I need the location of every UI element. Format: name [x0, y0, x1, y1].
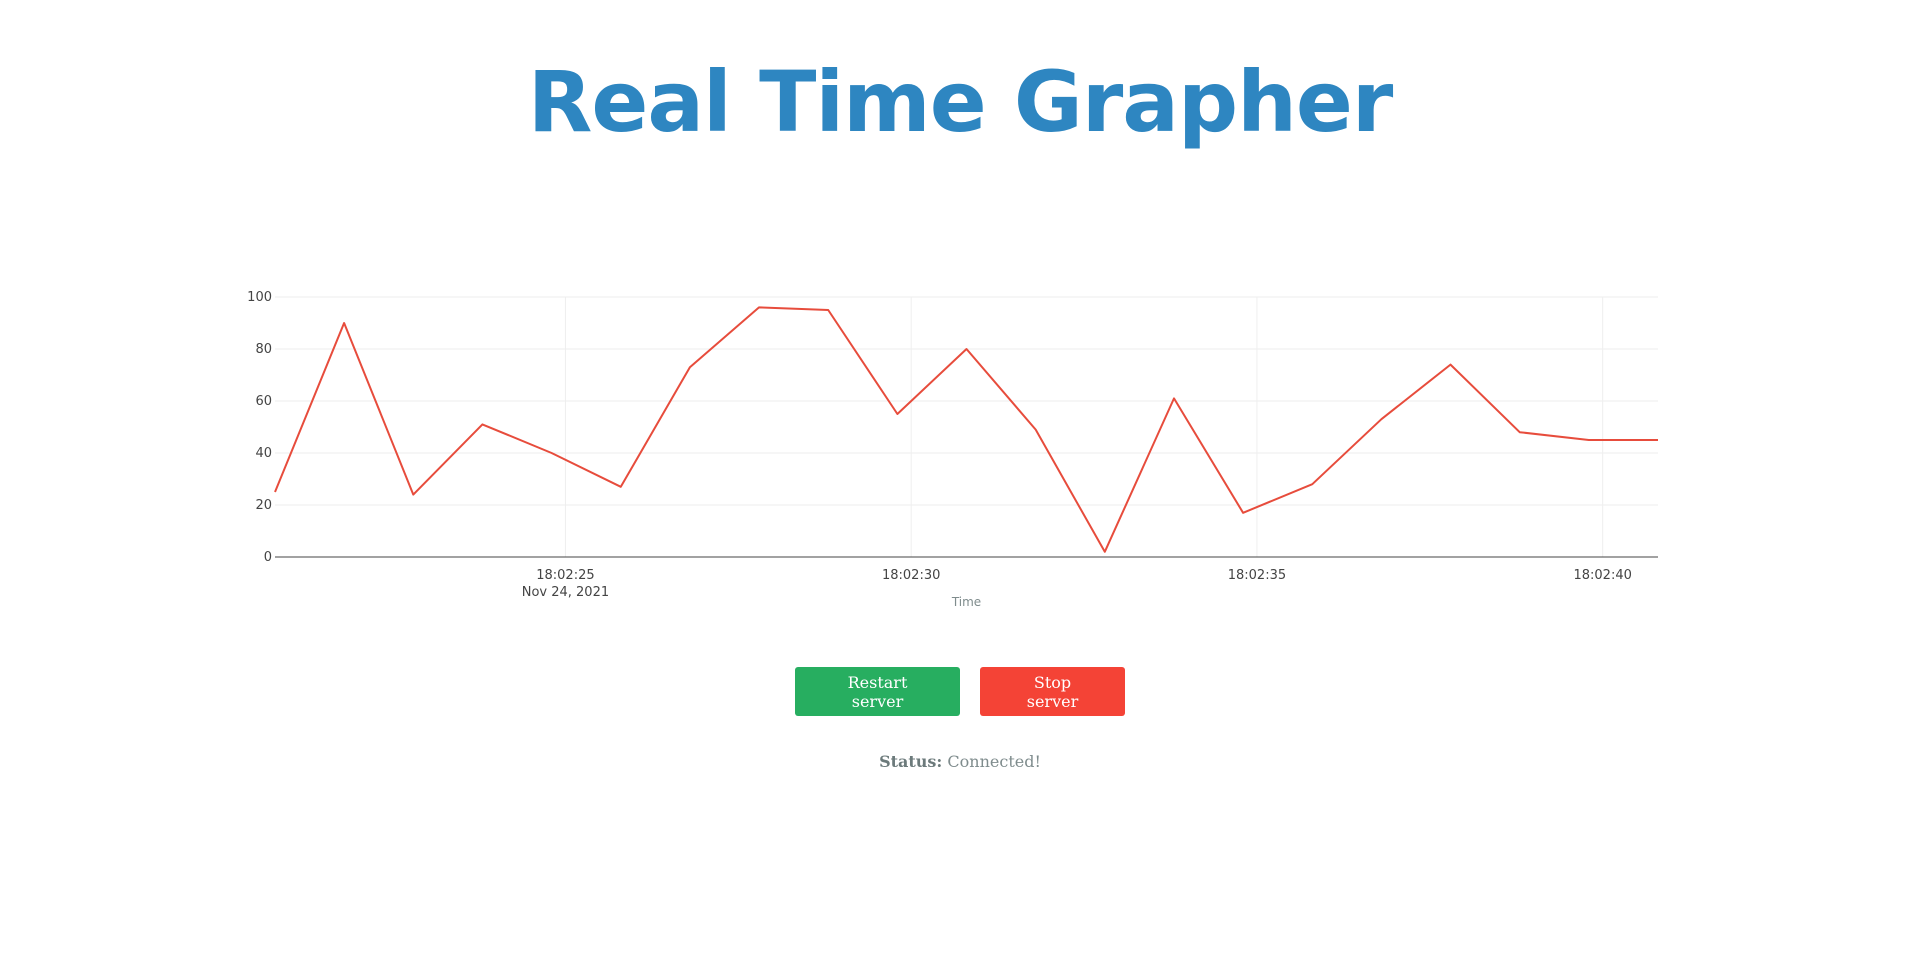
y-tick-label: 0 — [264, 550, 272, 565]
y-tick-label: 40 — [255, 446, 272, 461]
status-value: Connected! — [947, 752, 1041, 771]
status-line: Status: Connected! — [0, 752, 1920, 771]
status-label: Status: — [879, 752, 943, 771]
y-tick-label: 60 — [255, 394, 272, 409]
x-tick-label: 18:02:25 — [536, 568, 594, 583]
x-date-label: Nov 24, 2021 — [522, 585, 609, 600]
restart-server-button[interactable]: Restart server — [795, 667, 960, 716]
stop-server-button[interactable]: Stop server — [980, 667, 1125, 716]
series-layer — [274, 306, 1659, 553]
chart-container: 0 20 40 60 80 100 18:02:25 Nov 24, 2021 18:02:30… — [0, 0, 1920, 955]
grid-layer — [275, 296, 1658, 557]
x-tick-label: 18:02:35 — [1228, 568, 1286, 583]
y-tick-label: 80 — [255, 342, 272, 357]
x-tick-label: 18:02:40 — [1573, 568, 1631, 583]
y-tick-label: 20 — [255, 498, 272, 513]
y-tick-label: 100 — [247, 290, 272, 305]
x-tick-label: 18:02:30 — [882, 568, 940, 583]
tick-label-layer: 0 20 40 60 80 100 18:02:25 Nov 24, 2021 18:02:30… — [247, 290, 1632, 609]
x-axis-title: Time — [951, 595, 981, 609]
app-root: Real Time Grapher 0 20 40 60 80 100 18:02:25 No… — [0, 0, 1920, 955]
series-line — [274, 306, 1658, 553]
line-chart[interactable]: 0 20 40 60 80 100 18:02:25 Nov 24, 2021 18:02:30… — [0, 0, 1920, 955]
server-controls: Restart server Stop server — [0, 667, 1920, 716]
